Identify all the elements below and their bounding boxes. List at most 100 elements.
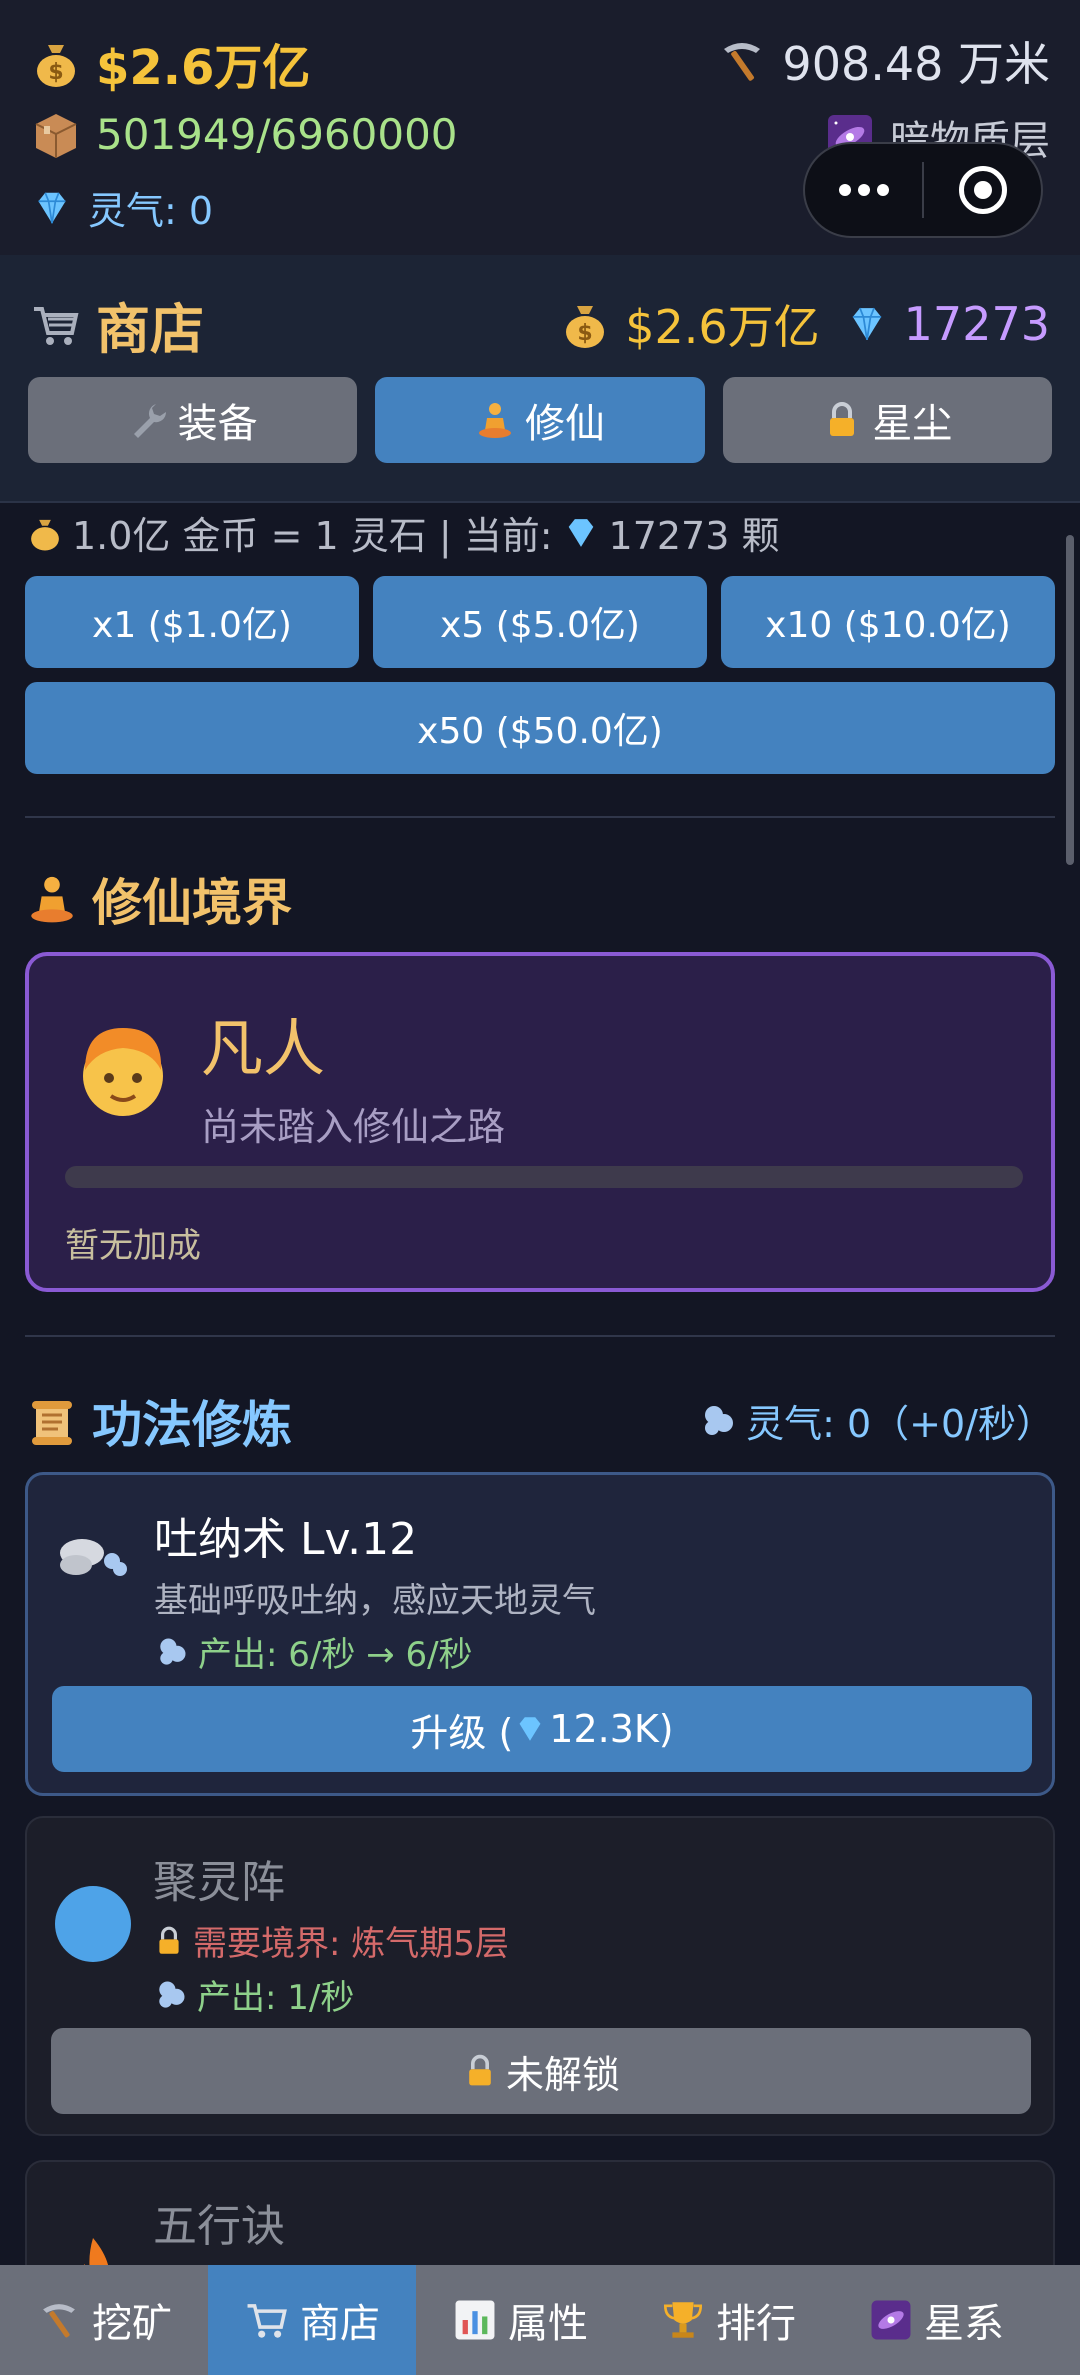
shop-content[interactable]: 1.0亿 金币 = 1 灵石 | 当前: 17273 颗 x1 ($1.0亿) … (0, 505, 1080, 2265)
buy-row: x50 ($50.0亿) (25, 682, 1055, 774)
lock-icon (159, 1926, 179, 1954)
skill-description: 基础呼吸吐纳，感应天地灵气 (154, 1581, 596, 1621)
nav-label: 排行 (716, 2301, 796, 2347)
buy-x1-button[interactable]: x1 ($1.0亿) (25, 576, 359, 668)
realm-section-title: 修仙境界 (26, 863, 292, 935)
divider (25, 1335, 1055, 1337)
bottom-navigation: 挖矿 商店 属性 排行 星系 (0, 2265, 1080, 2375)
svg-text:$: $ (48, 60, 63, 85)
scroll-icon (32, 1401, 72, 1445)
exchange-current: 17273 颗 (608, 514, 780, 558)
tab-cultivation[interactable]: 修仙 (375, 377, 705, 463)
money-value: $2.6万亿 (96, 40, 311, 96)
package-icon (35, 114, 77, 158)
nav-shop[interactable]: 商店 (208, 2265, 416, 2375)
skill-output-text: 产出: 1/秒 (197, 1978, 355, 2018)
realm-bonus-text: 暂无加成 (65, 1226, 201, 1266)
money-bag-icon: $ (566, 306, 605, 348)
realm-progress-bar (65, 1166, 1023, 1188)
nav-mining[interactable]: 挖矿 (0, 2265, 208, 2375)
buy-x50-button[interactable]: x50 ($50.0亿) (25, 682, 1055, 774)
qi-value: 灵气: 0 (88, 189, 214, 233)
skill-output-text: 产出: 6/秒 → 6/秒 (198, 1635, 473, 1675)
upgrade-button[interactable]: 升级 ( 12.3K) (52, 1686, 1032, 1772)
lock-icon (830, 402, 855, 436)
shop-money-value: $2.6万亿 (625, 300, 820, 354)
shop-header: 商店 $ $2.6万亿 17273 装备 修仙 星尘 (0, 255, 1080, 503)
section-title-text: 功法修炼 (92, 1396, 292, 1454)
money-bag-icon: $ (37, 45, 75, 87)
skill-card-locked: 五行诀 (25, 2160, 1055, 2265)
qi-rate-text: 灵气: 0（+0/秒） (746, 1402, 1054, 1446)
depth-display: 908.48 万米 (716, 28, 1050, 94)
breath-cloud-icon (60, 1539, 127, 1576)
cart-icon (34, 306, 79, 345)
nav-attributes[interactable]: 属性 (416, 2265, 624, 2375)
chart-icon (455, 2300, 495, 2340)
depth-value: 908.48 万米 (782, 37, 1050, 91)
nav-galaxy[interactable]: 星系 (832, 2265, 1040, 2375)
skill-name: 五行诀 (153, 2201, 285, 2252)
buy-row: x1 ($1.0亿) x5 ($5.0亿) x10 ($10.0亿) (25, 576, 1055, 668)
locked-label: 未解锁 (505, 2052, 620, 2097)
pickaxe-icon (724, 43, 761, 81)
locked-button[interactable]: 未解锁 (51, 2028, 1031, 2114)
skill-name: 聚灵阵 (153, 1857, 285, 1908)
skill-output: 产出: 6/秒 → 6/秒 (154, 1627, 473, 1676)
skill-name: 吐纳术 Lv.12 (154, 1514, 418, 1565)
pickaxe-icon (43, 2304, 75, 2338)
nav-label: 挖矿 (92, 2301, 172, 2347)
section-title-text: 修仙境界 (92, 874, 292, 932)
diamond-icon (852, 307, 881, 341)
svg-text:$: $ (578, 321, 593, 346)
wind-icon (160, 1638, 186, 1665)
cargo-value: 501949/6960000 (96, 109, 458, 159)
skill-output: 产出: 1/秒 (153, 1970, 354, 2019)
upgrade-cost: 12.3K) (549, 1707, 674, 1751)
qi-display: 灵气: 0 (30, 180, 213, 235)
shop-balance: $ $2.6万亿 17273 (559, 291, 1050, 357)
scrollbar[interactable] (1066, 535, 1074, 865)
close-miniprogram-button[interactable] (924, 144, 1041, 236)
qi-rate-info: 灵气: 0（+0/秒） (698, 1393, 1054, 1448)
realm-description: 尚未踏入修仙之路 (201, 1105, 506, 1149)
lock-icon (469, 2054, 491, 2086)
cargo-display: 501949/6960000 (30, 108, 458, 160)
wind-icon (159, 1981, 185, 2008)
galaxy-icon (871, 2300, 911, 2340)
nav-ranking[interactable]: 排行 (624, 2265, 832, 2375)
skill-requirement: 需要境界: 炼气期5层 (153, 1916, 509, 1965)
requirement-text: 需要境界: 炼气期5层 (193, 1924, 509, 1964)
upgrade-label: 升级 ( (410, 1710, 514, 1755)
tab-equipment[interactable]: 装备 (28, 377, 358, 463)
shop-tabs: 装备 修仙 星尘 (28, 377, 1052, 463)
shop-title: 商店 (30, 285, 204, 364)
tab-label: 装备 (177, 401, 258, 447)
tab-stardust[interactable]: 星尘 (722, 377, 1052, 463)
wrench-icon (133, 404, 166, 438)
more-dots-icon (838, 184, 889, 196)
trophy-icon (663, 2302, 703, 2338)
tab-label: 星尘 (872, 401, 953, 447)
shop-title-text: 商店 (96, 298, 204, 361)
buy-x10-button[interactable]: x10 ($10.0亿) (721, 576, 1055, 668)
tab-label: 修仙 (524, 401, 605, 447)
wind-icon (705, 1405, 734, 1435)
buy-x5-button[interactable]: x5 ($5.0亿) (373, 576, 707, 668)
skills-section-title: 功法修炼 (26, 1385, 292, 1457)
money-display: $ $2.6万亿 (30, 28, 310, 98)
nav-label: 属性 (508, 2301, 588, 2347)
divider (25, 816, 1055, 818)
realm-name: 凡人 (201, 1012, 326, 1085)
more-options-button[interactable] (805, 144, 922, 236)
cart-icon (247, 2304, 287, 2338)
money-bag-icon (31, 519, 59, 551)
diamond-icon (519, 1717, 541, 1741)
skill-card: 吐纳术 Lv.12 基础呼吸吐纳，感应天地灵气 产出: 6/秒 → 6/秒 升级… (25, 1472, 1055, 1796)
skill-card-locked: 聚灵阵 需要境界: 炼气期5层 产出: 1/秒 未解锁 (25, 1816, 1055, 2136)
meditation-icon (31, 876, 73, 923)
diamond-icon (568, 518, 593, 547)
diamond-icon (38, 191, 66, 223)
fire-icon (83, 2238, 108, 2265)
shop-gems-value: 17273 (903, 297, 1050, 351)
